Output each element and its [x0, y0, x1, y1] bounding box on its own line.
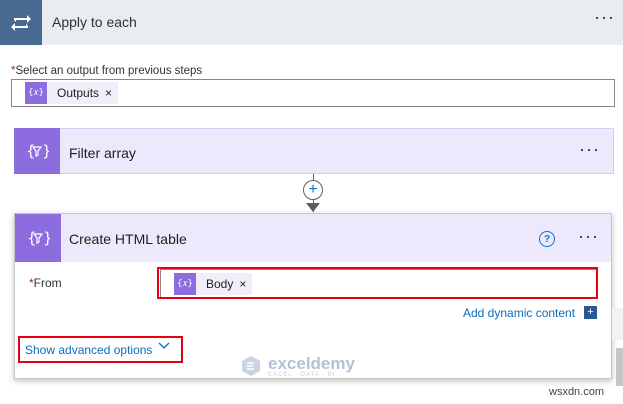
svg-text:}: } [43, 229, 50, 247]
watermark: exceldemy EXCEL · DATA · BI [238, 353, 355, 379]
create-html-table-more-button[interactable]: ··· [578, 227, 599, 245]
create-html-table-title: Create HTML table [69, 231, 187, 247]
exceldemy-logo-icon [238, 353, 264, 379]
site-watermark: wsxdn.com [549, 386, 605, 398]
select-output-label-text: Select an output from previous steps [15, 65, 203, 77]
filter-array-more-button[interactable]: ··· [579, 140, 600, 158]
outputs-token-label: Outputs [57, 86, 100, 100]
filter-icon: { } [15, 214, 61, 262]
apply-to-each-more-button[interactable]: ··· [594, 8, 615, 26]
from-label-text: From [33, 276, 62, 290]
apply-to-each-title: Apply to each [52, 14, 137, 30]
filter-icon: { } [14, 128, 60, 174]
select-output-label: *Select an output from previous steps [11, 65, 202, 77]
loop-icon [0, 0, 42, 45]
expression-icon: {𝑥} [25, 82, 47, 104]
outputs-token-remove-button[interactable]: × [105, 86, 118, 100]
scrollbar-thumb[interactable] [616, 348, 623, 386]
add-dynamic-content-icon[interactable]: + [584, 306, 597, 319]
outputs-token[interactable]: {𝑥} Outputs × [25, 82, 119, 104]
add-dynamic-content-link[interactable]: Add dynamic content [463, 306, 575, 320]
help-icon[interactable]: ? [539, 231, 555, 247]
watermark-name: exceldemy [268, 353, 355, 373]
from-label: *From [29, 276, 62, 290]
from-input-highlight [157, 267, 598, 299]
chevron-down-icon[interactable] [158, 339, 170, 353]
show-advanced-options-link[interactable]: Show advanced options [25, 343, 152, 357]
svg-text:{: { [27, 229, 37, 247]
side-panel-edge [612, 308, 623, 340]
svg-text:{: { [26, 142, 36, 160]
select-output-input[interactable]: {𝑥} Outputs × [11, 79, 615, 107]
connector-arrow-icon [306, 203, 320, 212]
filter-array-title: Filter array [69, 145, 136, 161]
svg-text:}: } [42, 142, 49, 160]
insert-step-button[interactable]: + [303, 180, 323, 200]
